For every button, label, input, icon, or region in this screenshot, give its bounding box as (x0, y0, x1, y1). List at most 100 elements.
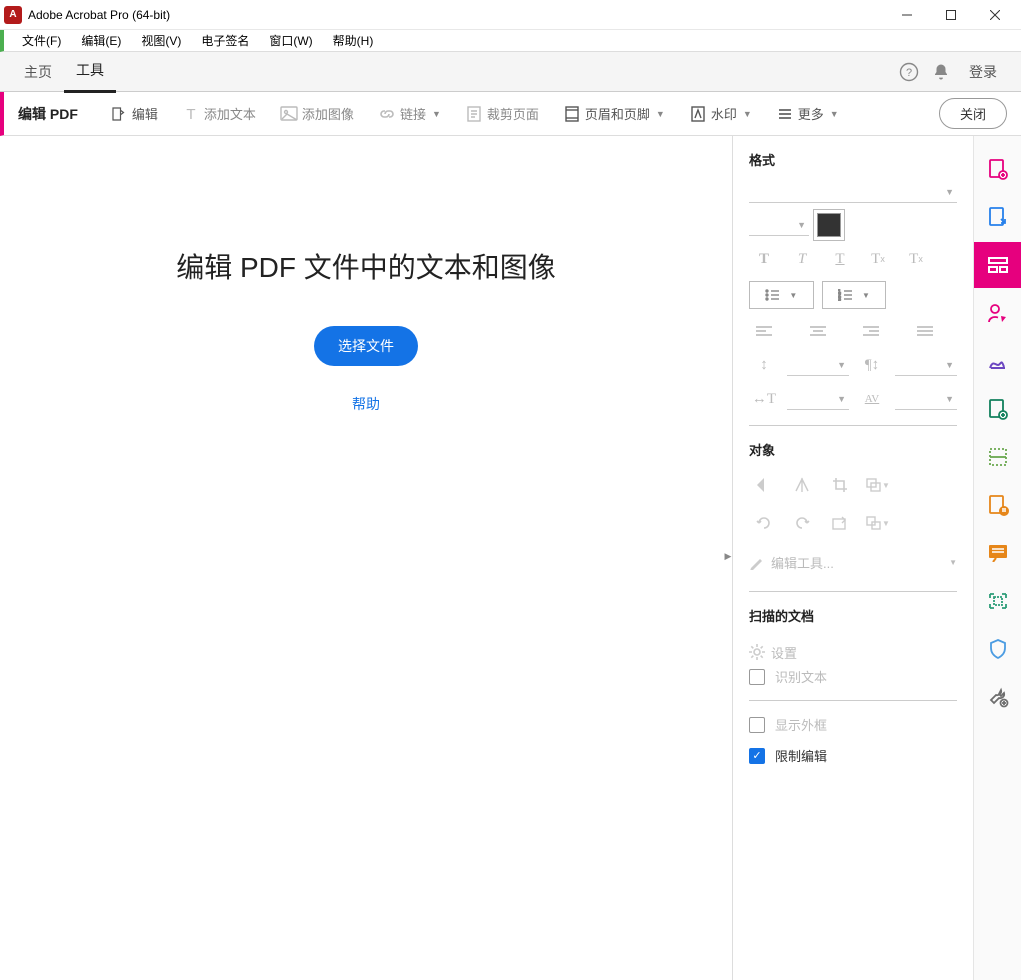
rail-export-pdf-icon[interactable] (974, 194, 1021, 240)
top-tabs: 主页 工具 ? 登录 (0, 52, 1021, 92)
edit-button[interactable]: 编辑 (100, 98, 168, 129)
replace-image-button[interactable] (825, 509, 855, 537)
add-image-button[interactable]: 添加图像 (270, 98, 364, 129)
rail-organize-icon[interactable] (974, 386, 1021, 432)
rail-sign-icon[interactable] (974, 290, 1021, 336)
text-icon: T (182, 105, 200, 123)
italic-button[interactable]: T (787, 247, 817, 271)
tab-tools[interactable]: 工具 (64, 50, 116, 93)
watermark-icon (689, 105, 707, 123)
para-spacing-icon: ¶↕ (857, 353, 887, 377)
align-left-button[interactable] (749, 319, 779, 343)
crop-button[interactable]: 裁剪页面 (455, 98, 549, 129)
arrange-button[interactable]: ▼ (863, 471, 893, 499)
rail-redact-icon[interactable] (974, 434, 1021, 480)
chevron-down-icon: ▼ (743, 109, 752, 119)
font-size-dropdown[interactable]: ▼ (749, 214, 809, 236)
menu-file[interactable]: 文件(F) (12, 30, 71, 51)
line-spacing-icon: ↕ (749, 353, 779, 377)
link-icon (378, 105, 396, 123)
number-list-dropdown[interactable]: 123▼ (822, 281, 887, 309)
format-panel: 格式 ▼ ▼ T T T Tx Tx ▼ 123▼ ↕ ▼ ¶↕ ▼ (733, 136, 973, 980)
welcome-title: 编辑 PDF 文件中的文本和图像 (176, 246, 556, 286)
chevron-down-icon: ▼ (830, 109, 839, 119)
crop-object-button[interactable] (825, 471, 855, 499)
toolbar-title: 编辑 PDF (18, 104, 78, 124)
svg-text:?: ? (906, 67, 912, 79)
rail-edit-pdf-icon[interactable] (974, 242, 1021, 288)
format-section-title: 格式 (749, 150, 957, 169)
superscript-button[interactable]: Tx (901, 247, 931, 271)
bell-icon[interactable] (925, 56, 957, 88)
para-spacing-dropdown[interactable]: ▼ (895, 354, 957, 376)
chevron-down-icon: ▼ (432, 109, 441, 119)
menu-window[interactable]: 窗口(W) (259, 30, 322, 51)
rail-comment-icon[interactable] (974, 482, 1021, 528)
align-center-button[interactable] (803, 319, 833, 343)
more-icon (776, 105, 794, 123)
login-button[interactable]: 登录 (957, 56, 1009, 88)
edit-icon (110, 105, 128, 123)
settings-button[interactable]: 设置 (749, 637, 957, 667)
svg-text:3: 3 (838, 297, 841, 301)
align-right-button[interactable] (856, 319, 886, 343)
color-swatch[interactable] (817, 213, 847, 237)
help-icon[interactable]: ? (893, 56, 925, 88)
menu-edit[interactable]: 编辑(E) (71, 30, 131, 51)
line-spacing-dropdown[interactable]: ▼ (787, 354, 849, 376)
app-icon: A (4, 6, 22, 24)
rail-create-pdf-icon[interactable] (974, 146, 1021, 192)
help-link[interactable]: 帮助 (352, 394, 380, 414)
rotate-ccw-button[interactable] (749, 509, 779, 537)
show-outline-checkbox[interactable]: 显示外框 (749, 715, 957, 734)
flip-vertical-button[interactable] (749, 471, 779, 499)
recognize-text-checkbox[interactable]: 识别文本 (749, 667, 957, 686)
tab-home[interactable]: 主页 (12, 52, 64, 92)
chevron-down-icon: ▼ (656, 109, 665, 119)
scanned-section-title: 扫描的文档 (749, 606, 957, 625)
right-tool-rail (973, 136, 1021, 980)
rail-fill-sign-icon[interactable] (974, 338, 1021, 384)
flip-horizontal-button[interactable] (787, 471, 817, 499)
hscale-dropdown[interactable]: ▼ (787, 388, 849, 410)
svg-text:T: T (186, 106, 195, 122)
rail-more-tools-icon[interactable] (974, 674, 1021, 720)
link-button[interactable]: 链接▼ (368, 98, 451, 129)
collapse-panel-handle[interactable]: ▶ (723, 541, 733, 571)
char-spacing-icon: AV (857, 387, 887, 411)
char-spacing-dropdown[interactable]: ▼ (895, 388, 957, 410)
bold-button[interactable]: T (749, 247, 779, 271)
more-button[interactable]: 更多▼ (766, 98, 849, 129)
watermark-button[interactable]: 水印▼ (679, 98, 762, 129)
object-section-title: 对象 (749, 440, 957, 459)
select-file-button[interactable]: 选择文件 (314, 326, 418, 366)
edit-pdf-toolbar: 编辑 PDF 编辑 T 添加文本 添加图像 链接▼ 裁剪页面 页眉和页脚▼ 水印… (0, 92, 1021, 136)
edit-tools-dropdown[interactable]: 编辑工具... ▼ (749, 547, 957, 577)
image-icon (280, 105, 298, 123)
rail-protect-icon[interactable] (974, 626, 1021, 672)
font-family-dropdown[interactable]: ▼ (749, 181, 957, 203)
maximize-button[interactable] (929, 1, 973, 29)
menu-view[interactable]: 视图(V) (131, 30, 191, 51)
subscript-button[interactable]: Tx (863, 247, 893, 271)
align-objects-button[interactable]: ▼ (863, 509, 893, 537)
header-footer-button[interactable]: 页眉和页脚▼ (553, 98, 675, 129)
bullet-list-dropdown[interactable]: ▼ (749, 281, 814, 309)
restrict-edit-checkbox[interactable]: ✓限制编辑 (749, 746, 957, 765)
close-button[interactable] (973, 1, 1017, 29)
minimize-button[interactable] (885, 1, 929, 29)
add-text-button[interactable]: T 添加文本 (172, 98, 266, 129)
align-justify-button[interactable] (910, 319, 940, 343)
rail-scan-icon[interactable] (974, 578, 1021, 624)
menubar: 文件(F) 编辑(E) 视图(V) 电子签名 窗口(W) 帮助(H) (0, 30, 1021, 52)
menu-esign[interactable]: 电子签名 (191, 30, 259, 51)
menu-help[interactable]: 帮助(H) (323, 30, 384, 51)
underline-button[interactable]: T (825, 247, 855, 271)
window-title: Adobe Acrobat Pro (64-bit) (28, 8, 885, 22)
close-tool-button[interactable]: 关闭 (939, 98, 1007, 129)
crop-icon (465, 105, 483, 123)
rail-sticky-note-icon[interactable] (974, 530, 1021, 576)
header-footer-icon (563, 105, 581, 123)
rotate-cw-button[interactable] (787, 509, 817, 537)
main-canvas: 编辑 PDF 文件中的文本和图像 选择文件 帮助 ▶ (0, 136, 733, 980)
